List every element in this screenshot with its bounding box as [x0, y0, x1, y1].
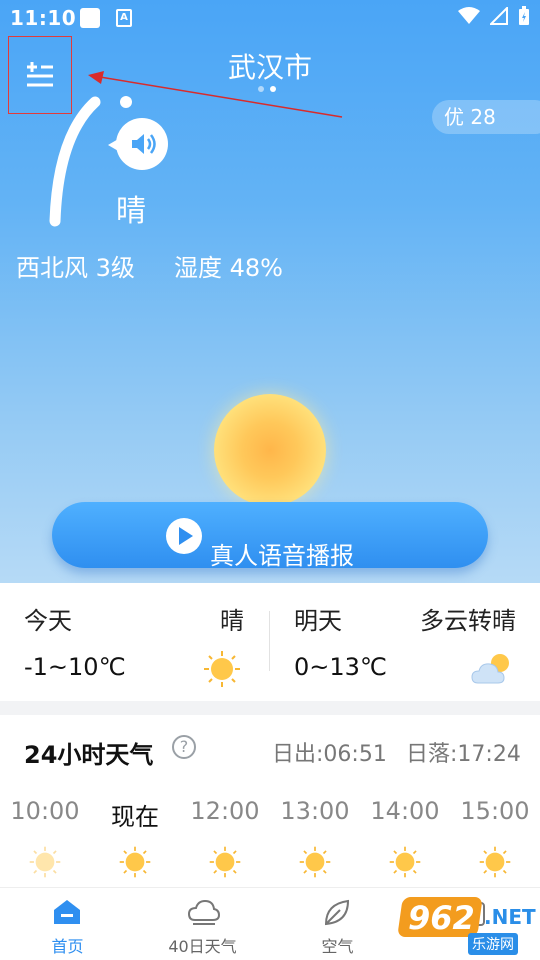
voice-speaker-button[interactable]: [116, 118, 168, 170]
tomorrow-condition: 多云转晴: [420, 607, 516, 635]
speaker-pointer: [108, 138, 120, 152]
page-indicator: [258, 86, 276, 92]
today-temp: -1~10℃: [24, 653, 126, 681]
hour-label: 14:00: [370, 797, 440, 825]
tomorrow-temp: 0~13℃: [294, 653, 387, 681]
two-day-forecast: 今天 晴 -1~10℃ 明天 多云转晴 0~13℃: [0, 583, 540, 701]
watermark-net: .NET: [484, 905, 536, 929]
voice-broadcast-label: 真人语音播报: [210, 542, 354, 570]
hourly-title: 24小时天气: [24, 741, 154, 769]
sun-icon: [28, 845, 62, 883]
partly-cloudy-icon: [471, 654, 509, 684]
hour-label: 10:00: [10, 797, 80, 825]
wind-info: 西北风 3级: [16, 254, 135, 282]
home-icon: [54, 900, 80, 924]
today-title: 今天: [24, 607, 72, 635]
hour-item: 10:00: [0, 797, 90, 878]
nav-item-40day[interactable]: 40日天气: [135, 888, 270, 960]
city-name[interactable]: 武汉市: [0, 46, 540, 86]
site-watermark: 962 .NET 乐游网: [397, 893, 536, 957]
sun-icon: [298, 845, 332, 883]
nav-label-home: 首页: [51, 937, 84, 956]
sun-icon: [388, 845, 422, 883]
page-dot: [258, 86, 264, 92]
hour-label: 15:00: [460, 797, 530, 825]
sun-icon: [118, 845, 152, 883]
current-condition: 晴: [116, 194, 146, 229]
sun-icon: [204, 651, 240, 687]
divider: [269, 611, 270, 671]
hour-item: 13:00: [270, 797, 360, 878]
humidity-info: 湿度 48%: [174, 254, 283, 282]
today-condition: 晴: [220, 607, 244, 635]
nav-item-home[interactable]: 首页: [0, 888, 135, 960]
hour-label: 现在: [111, 803, 159, 831]
hour-item: 14:00: [360, 797, 450, 878]
hour-label: 12:00: [190, 797, 260, 825]
nav-label-40day: 40日天气: [168, 937, 237, 956]
hour-item: 现在: [90, 797, 180, 878]
sun-icon: [478, 845, 512, 883]
watermark-number: 962: [408, 899, 475, 937]
sunrise-time: 日出:06:51: [272, 742, 387, 767]
sunset-time: 日落:17:24: [406, 742, 521, 767]
hourly-forecast: 24小时天气 ? 日出:06:51 日落:17:24 10:00 现在 12:0…: [0, 715, 540, 887]
nav-item-air[interactable]: 空气: [270, 888, 405, 960]
voice-broadcast-button[interactable]: 真人语音播报: [52, 502, 488, 570]
play-icon: [166, 518, 202, 554]
hour-item: 15:00: [450, 797, 540, 878]
cloud-icon: [187, 899, 221, 925]
weather-hero: 11:10 A 武汉市 优 28 晴 西北风 3级 湿度 48% 真人语音播报: [0, 0, 540, 583]
leaf-icon: [324, 899, 350, 926]
page-dot-active: [270, 86, 276, 92]
aqi-badge[interactable]: 优 28: [432, 100, 540, 134]
tomorrow-title: 明天: [294, 607, 342, 635]
sun-illustration: [214, 394, 326, 506]
sun-icon: [208, 845, 242, 883]
nav-label-air: 空气: [321, 937, 354, 956]
watermark-sub: 乐游网: [468, 933, 518, 955]
help-icon[interactable]: ?: [172, 735, 196, 759]
hour-item: 12:00: [180, 797, 270, 878]
hour-label: 13:00: [280, 797, 350, 825]
speaker-icon: [132, 134, 156, 154]
